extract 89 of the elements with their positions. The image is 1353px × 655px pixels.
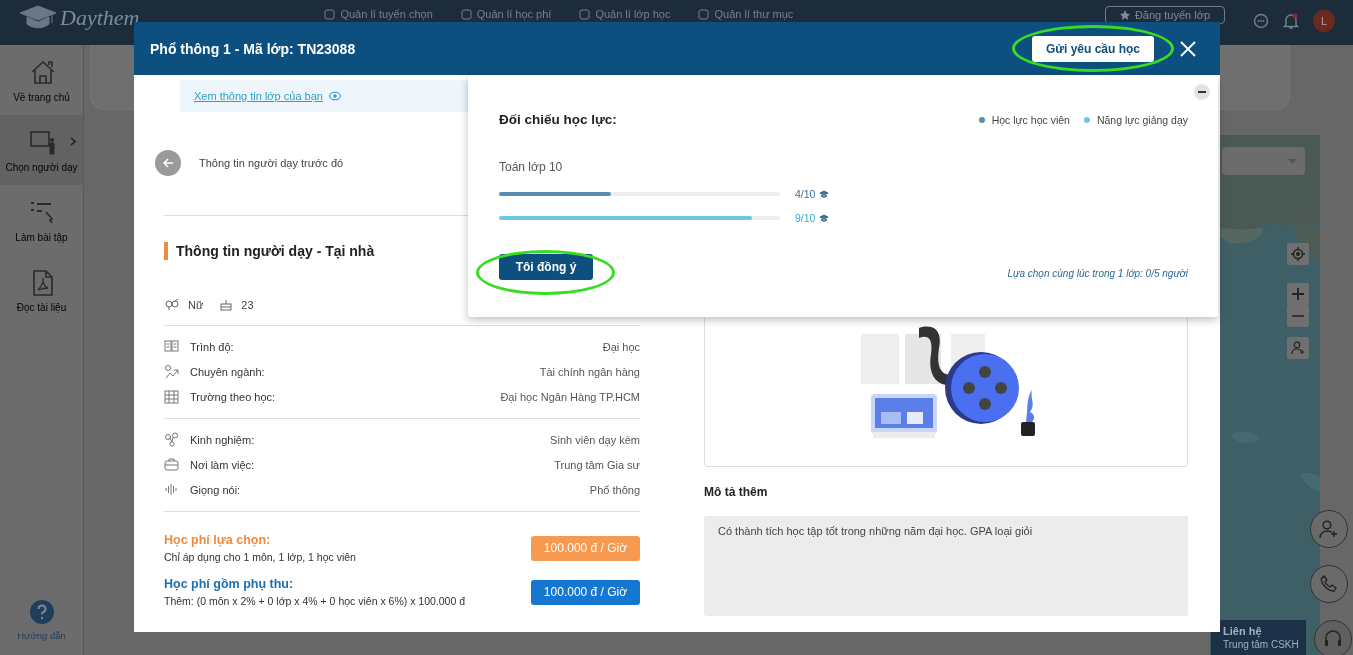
building-icon [164,389,179,404]
eye-icon [328,91,341,101]
request-button[interactable]: Gửi yêu cầu học [1031,35,1154,62]
nav-link[interactable]: Quản lí lớp học [579,8,671,20]
nav-link[interactable]: Quản lí học phí [460,8,552,20]
graduation-cap-icon [819,190,830,198]
detail-value: Trung tâm Gia sư [554,458,640,471]
class-info-link[interactable]: Xem thông tin lớp của bạn [194,90,323,102]
locate-button[interactable] [1287,243,1309,265]
price-button[interactable]: 100.000 đ / Giờ [531,579,640,605]
help-link[interactable]: Hướng dẫn [0,600,83,641]
minimize-button[interactable] [1194,84,1210,100]
sidebar-item[interactable]: Đọc tài liệu [0,255,83,325]
close-icon[interactable] [1180,40,1196,57]
minus-icon [1198,91,1206,93]
detail-label: Nơi làm việc: [190,458,255,471]
user-avatar[interactable]: L [1313,10,1335,32]
subject-label: Toán lớp 10 [499,160,564,174]
detail-label: Kinh nghiệm: [190,433,255,446]
detail-value: Đại học Ngân Hàng TP.HCM [500,390,640,403]
back-button[interactable] [155,150,181,176]
comparison-title: Đối chiếu học lực: [499,112,617,127]
price-button[interactable]: 100.000 đ / Giờ [531,535,640,561]
sidebar-item[interactable]: Về trang chủ [0,45,83,115]
bell-icon[interactable] [1283,12,1299,30]
fee-note: Thêm: (0 môn x 2% + 0 lớp x 4% + 0 học viên x 6%) x 100.000 đ [164,595,466,607]
detail-label: Giọng nói: [190,483,241,496]
score-reading: 9/10 [795,212,816,224]
previous-teacher-label: Thông tin người dạy trước đó [199,157,344,169]
nodes-icon [164,432,179,447]
add-person-button[interactable] [1287,337,1309,359]
menu-item-icon [324,8,336,20]
star-icon [1119,10,1130,20]
contact-subtitle: Trung tâm CSKH [1223,639,1300,650]
sound-wave-icon [164,482,179,497]
contact-title: Liên hệ [1223,625,1263,637]
graduation-cap-icon [819,214,830,222]
briefcase-icon [164,457,179,472]
zoom-in-button[interactable] [1287,283,1309,305]
support-button[interactable] [1314,620,1352,655]
menu-item-icon [579,8,591,20]
detail-value: Đại học [602,340,640,353]
sidebar-item[interactable]: Chọn người dạy [0,115,83,185]
phone-icon [1320,575,1338,593]
legend-label: Năng lực giảng dạy [1096,113,1188,126]
book-icon [164,339,179,354]
age-value: 23 [241,299,254,311]
fee-title: Học phí lựa chọn: [164,533,272,547]
section-title: Thông tin người dạy - Tại nhà [176,243,375,259]
description-title: Mô tả thêm [704,485,769,499]
chevron-icon [70,137,76,146]
fee-note: Chỉ áp dụng cho 1 môn, 1 lớp, 1 học viên [164,551,356,563]
logo-text: Daythem [60,5,140,31]
gender-value: Nữ [188,299,204,311]
chat-icon[interactable] [1253,13,1269,29]
person-add-icon [1319,519,1339,539]
score-reading: 4/10 [795,188,816,200]
zoom-out-button[interactable] [1287,305,1309,327]
sidebar-item[interactable]: Làm bài tập [0,185,83,255]
modal-title: Phổ thông 1 - Mã lớp: TN23088 [150,40,356,57]
headset-icon [1323,629,1343,649]
arrow-left-icon [162,158,174,168]
add-person-button[interactable] [1310,510,1348,548]
description-text: Có thành tích học tập tốt trong những năm đại học. GPA loại giỏi [718,525,1033,537]
minus-icon [1292,315,1304,317]
menu-item-icon [698,8,710,20]
menu-item-icon [460,8,472,20]
agree-button[interactable]: Tôi đồng ý [499,254,593,280]
select-field[interactable] [1222,147,1305,175]
cake-icon [220,299,233,311]
plus-icon [1292,288,1304,300]
gender-icon [165,299,179,311]
selection-note: Lựa chọn cùng lúc trong 1 lớp: 0/5 người [1007,268,1188,279]
person-add-icon [1291,341,1305,355]
target-icon [1291,247,1305,261]
legend-label: Học lực học viên [991,113,1070,126]
detail-value: Sinh viên dạy kèm [550,433,640,446]
detail-label: Trường theo học: [190,390,276,403]
nav-link[interactable]: Quản lí tuyển chọn [324,8,433,20]
detail-value: Phổ thông [589,483,640,496]
nav-link[interactable]: Quản lí thư mục [698,8,794,20]
detail-label: Trình độ: [190,340,234,353]
detail-value: Tài chính ngân hàng [539,365,640,378]
detail-label: Chuyên ngành: [190,365,265,378]
accent-bar [164,242,168,260]
question-icon [29,600,54,624]
phone-button[interactable] [1310,565,1348,603]
fee-title: Học phí gồm phụ thu: [164,577,295,591]
chart-icon [164,364,179,379]
